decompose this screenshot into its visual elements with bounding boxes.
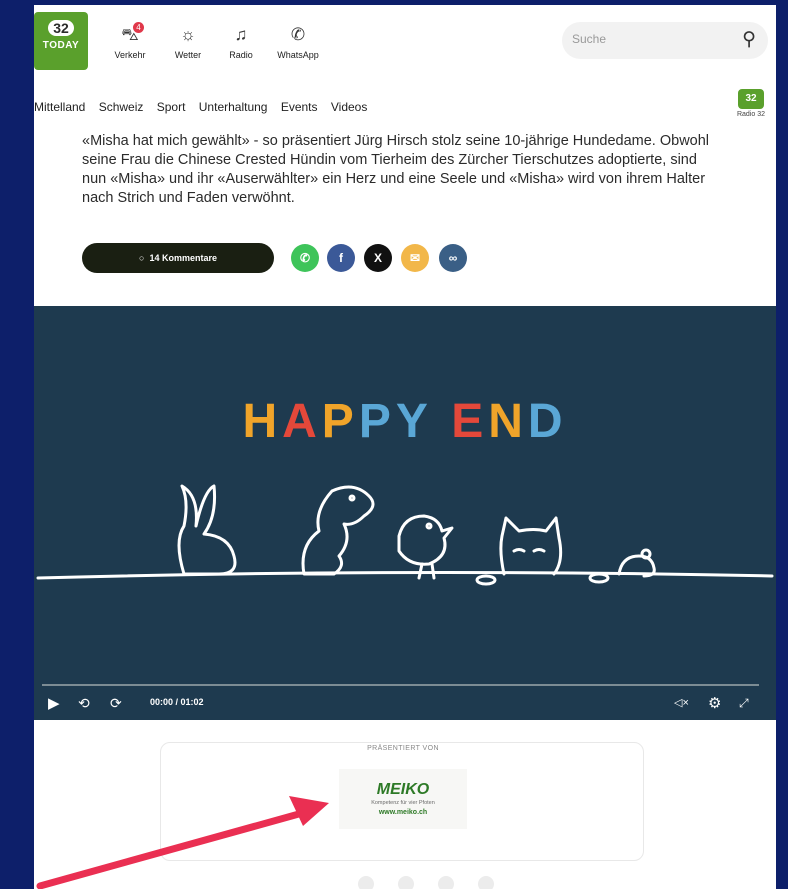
settings-gear-icon[interactable]: ⚙	[708, 691, 721, 716]
rewind-10-icon[interactable]: ⟲	[78, 691, 90, 716]
article-page: 32 TODAY ⛍ 4 Verkehr ☼ Wetter ♫ Radio ✆ W…	[34, 5, 776, 889]
copy-link-button[interactable]: ∞	[439, 244, 467, 272]
sponsor-url[interactable]: www.meiko.ch	[339, 809, 467, 816]
nav-link-unterhaltung[interactable]: Unterhaltung	[199, 100, 268, 114]
meiko-logo[interactable]: MEIKO Kompetenz für vier Pfoten www.meik…	[339, 769, 467, 829]
comments-label: 14 Kommentare	[149, 253, 217, 263]
nav-link-events[interactable]: Events	[281, 100, 318, 114]
radio32-logo: 32	[738, 89, 764, 109]
facebook-share-button[interactable]: f	[327, 244, 355, 272]
search-icon[interactable]: ⚲	[742, 28, 756, 51]
nav-item-verkehr[interactable]: ⛍ 4 Verkehr	[105, 22, 155, 60]
search-placeholder: Suche	[572, 32, 607, 46]
nav-label-wetter: Wetter	[174, 50, 202, 60]
carousel-dots	[358, 876, 518, 889]
comment-icon: ○	[139, 253, 145, 263]
nav-link-sport[interactable]: Sport	[157, 100, 186, 114]
nav-link-videos[interactable]: Videos	[331, 100, 367, 114]
comments-button[interactable]: ○ 14 Kommentare	[82, 243, 274, 273]
carousel-dot[interactable]	[478, 876, 494, 889]
whatsapp-icon: ✆	[290, 25, 306, 44]
video-progress-bar[interactable]	[42, 684, 759, 686]
title-letter: E	[451, 395, 489, 448]
whatsapp-share-button[interactable]: ✆	[291, 244, 319, 272]
video-player[interactable]: HAPPY END ▶ ⟲ ⟳ 00:00 / 01:02 ◁× ⚙ ⤢	[34, 306, 776, 720]
radio32-button[interactable]: 32 Radio 32	[736, 89, 766, 118]
email-share-button[interactable]: ✉	[401, 244, 429, 272]
logo-text: TODAY	[42, 40, 80, 51]
nav-label-radio: Radio	[229, 50, 253, 60]
forward-10-icon[interactable]: ⟳	[110, 691, 122, 716]
title-letter: Y	[395, 395, 433, 448]
title-letter: A	[282, 395, 322, 448]
site-logo[interactable]: 32 TODAY	[34, 12, 88, 70]
play-icon[interactable]: ▶	[48, 691, 60, 716]
sponsor-brand: MEIKO	[376, 781, 430, 798]
title-letter: P	[321, 395, 359, 448]
nav-label-verkehr: Verkehr	[114, 50, 146, 60]
sun-cloud-icon: ☼	[180, 25, 196, 44]
title-letter: N	[488, 395, 528, 448]
animals-line-drawing	[36, 484, 774, 586]
title-letter: P	[358, 395, 396, 448]
title-letter: H	[242, 395, 283, 448]
nav-item-radio[interactable]: ♫ Radio	[216, 25, 266, 60]
carousel-dot[interactable]	[398, 876, 414, 889]
search-input[interactable]: Suche ⚲	[562, 22, 768, 59]
video-controls: ▶ ⟲ ⟳ 00:00 / 01:02 ◁× ⚙ ⤢	[34, 691, 776, 716]
nav-label-whatsapp: WhatsApp	[277, 50, 319, 60]
nav-item-wetter[interactable]: ☼ Wetter	[163, 25, 213, 60]
title-letter	[433, 395, 451, 448]
carousel-dot[interactable]	[438, 876, 454, 889]
x-share-button[interactable]: X	[364, 244, 392, 272]
carousel-dot[interactable]	[358, 876, 374, 889]
category-nav: Mittelland Schweiz Sport Unterhaltung Ev…	[34, 100, 377, 114]
nav-link-mittelland[interactable]: Mittelland	[34, 100, 85, 114]
mute-icon[interactable]: ◁×	[674, 691, 689, 716]
nav-item-whatsapp[interactable]: ✆ WhatsApp	[273, 25, 323, 60]
title-letter: D	[527, 395, 568, 448]
video-time: 00:00 / 01:02	[150, 697, 204, 707]
logo-number: 32	[48, 20, 74, 36]
video-title-happy-end: HAPPY END	[34, 394, 776, 449]
fullscreen-icon[interactable]: ⤢	[739, 691, 749, 716]
nav-link-schweiz[interactable]: Schweiz	[99, 100, 144, 114]
sponsor-box: PRÄSENTIERT VON MEIKO Kompetenz für vier…	[160, 742, 644, 861]
notification-badge: 4	[133, 22, 144, 33]
article-paragraph: «Misha hat mich gewählt» - so präsentier…	[82, 133, 710, 206]
car-icon: ⛍ 4	[105, 22, 155, 45]
radio32-label: Radio 32	[736, 111, 766, 118]
sponsor-tagline: Kompetenz für vier Pfoten	[371, 800, 435, 806]
music-note-icon: ♫	[234, 25, 248, 44]
sponsor-label: PRÄSENTIERT VON	[161, 745, 645, 752]
